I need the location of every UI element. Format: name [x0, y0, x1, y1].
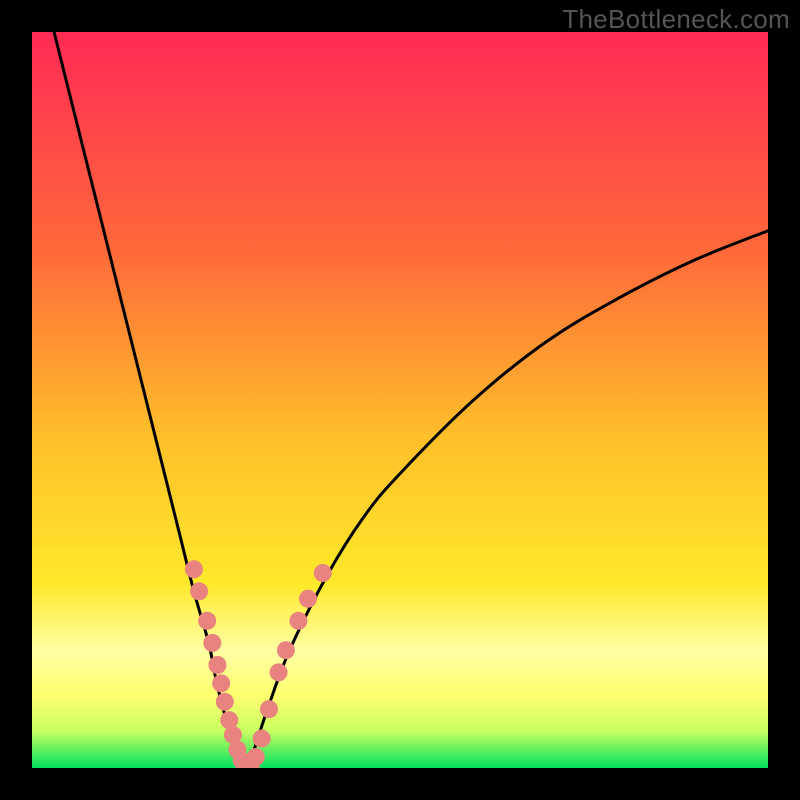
- highlight-dot: [270, 663, 288, 681]
- highlight-dot: [190, 582, 208, 600]
- highlight-dot: [299, 590, 317, 608]
- highlight-dot: [216, 693, 234, 711]
- highlight-dot: [277, 641, 295, 659]
- plot-area: [32, 32, 768, 768]
- highlight-dot: [212, 674, 230, 692]
- gradient-bg: [32, 32, 768, 768]
- highlight-dot: [289, 612, 307, 630]
- highlight-dot: [314, 564, 332, 582]
- highlight-dot: [208, 656, 226, 674]
- highlight-dot: [198, 612, 216, 630]
- highlight-dot: [253, 730, 271, 748]
- highlight-dot: [247, 748, 265, 766]
- outer-frame: TheBottleneck.com: [0, 0, 800, 800]
- chart-svg: [32, 32, 768, 768]
- highlight-dot: [260, 700, 278, 718]
- watermark: TheBottleneck.com: [562, 4, 790, 35]
- highlight-dot: [185, 560, 203, 578]
- highlight-dot: [203, 634, 221, 652]
